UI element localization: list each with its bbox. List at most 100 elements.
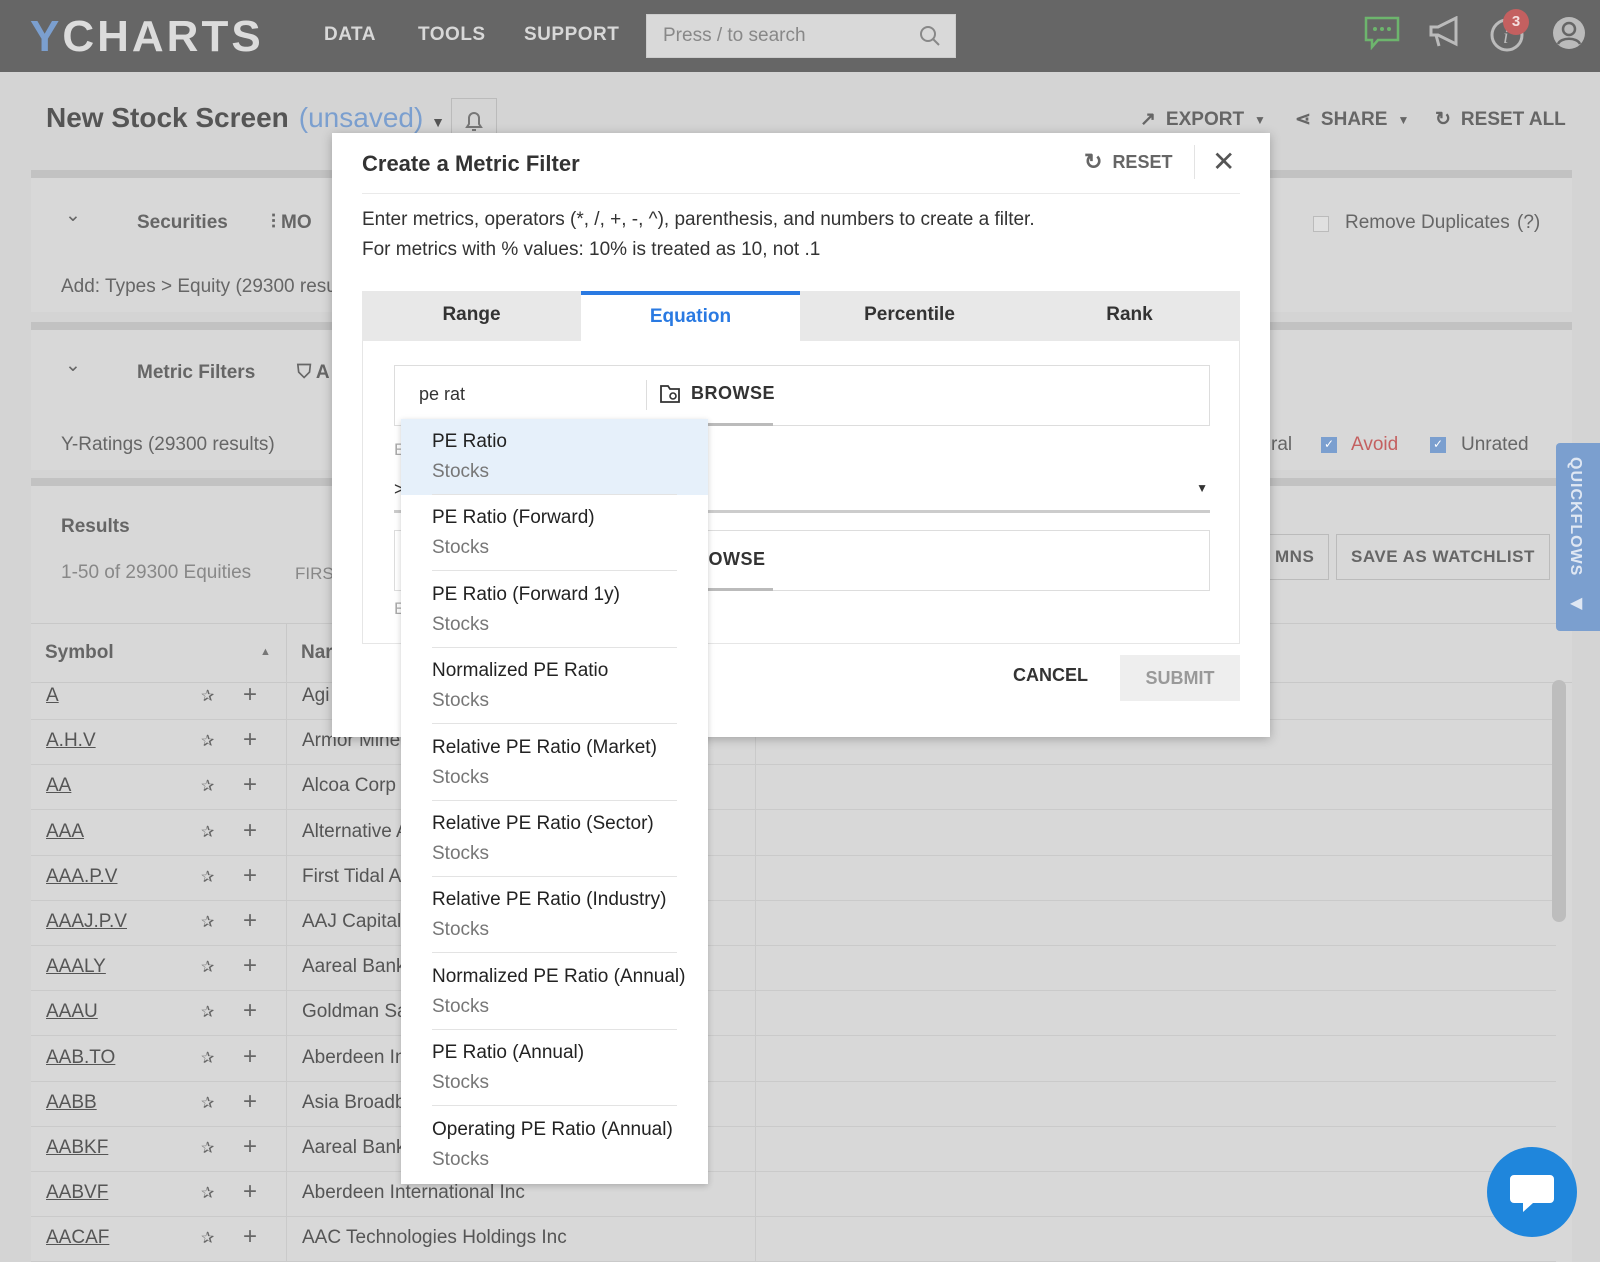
pin-icon[interactable]: ✰: [201, 957, 214, 977]
unrated-checkbox[interactable]: ✓: [1430, 437, 1446, 453]
suggestion-item[interactable]: Operating PE Ratio (Annual) Stocks: [401, 1107, 708, 1183]
symbol-link[interactable]: AAA.P.V: [46, 866, 117, 888]
pin-icon[interactable]: ✰: [201, 1002, 214, 1022]
symbol-link[interactable]: AABVF: [46, 1182, 108, 1204]
pin-icon[interactable]: ✰: [201, 822, 214, 842]
megaphone-icon[interactable]: [1428, 16, 1462, 50]
pin-icon[interactable]: ✰: [201, 912, 214, 932]
add-icon[interactable]: +: [243, 1088, 257, 1116]
add-icon[interactable]: +: [243, 907, 257, 935]
collapse-chevron-icon[interactable]: ⌄: [65, 204, 81, 227]
tab-mo[interactable]: ⫶ MO: [271, 212, 312, 234]
table-row: AA ✰ + Alcoa Corp: [31, 765, 1556, 811]
tab-rank[interactable]: Rank: [1019, 291, 1240, 341]
add-icon[interactable]: +: [243, 726, 257, 754]
sort-asc-icon[interactable]: ▲: [260, 646, 271, 658]
remove-duplicates-checkbox[interactable]: [1313, 216, 1329, 232]
folder-search-icon: [660, 385, 680, 403]
symbol-link[interactable]: AAAU: [46, 1001, 98, 1023]
suggestion-item[interactable]: PE Ratio (Forward 1y) Stocks: [401, 572, 708, 648]
collapse-chevron-icon[interactable]: ⌄: [65, 354, 81, 377]
modal-reset-button[interactable]: ↻ RESET: [1084, 149, 1172, 175]
search-input[interactable]: Press / to search: [646, 14, 956, 58]
save-as-watchlist-button[interactable]: SAVE AS WATCHLIST: [1336, 534, 1550, 580]
share-icon: ⋖: [1295, 109, 1311, 130]
pin-icon[interactable]: ✰: [201, 1228, 214, 1248]
ycharts-logo[interactable]: YCHARTS: [30, 12, 264, 62]
add-icon[interactable]: +: [243, 817, 257, 845]
tab-add-filter[interactable]: ⛉ A: [297, 362, 330, 384]
submit-button[interactable]: SUBMIT: [1120, 655, 1240, 701]
company-name: Alcoa Corp: [302, 775, 396, 797]
symbol-link[interactable]: A.H.V: [46, 730, 96, 752]
symbol-link[interactable]: AACAF: [46, 1227, 109, 1249]
tab-percentile[interactable]: Percentile: [800, 291, 1019, 341]
pin-icon[interactable]: ✰: [201, 731, 214, 751]
symbol-header[interactable]: Symbol: [45, 642, 114, 664]
share-button[interactable]: ⋖ SHARE ▼: [1295, 108, 1409, 131]
user-avatar-icon[interactable]: [1552, 16, 1586, 50]
name-header[interactable]: Nar: [301, 642, 333, 664]
symbol-link[interactable]: AAB.TO: [46, 1047, 115, 1069]
suggestion-category: Stocks: [432, 919, 490, 941]
symbol-link[interactable]: AAA: [46, 821, 84, 843]
chat-support-button[interactable]: [1487, 1147, 1577, 1237]
nav-tools[interactable]: TOOLS: [418, 24, 486, 46]
browse-button[interactable]: BROWSE: [659, 382, 775, 404]
avoid-checkbox[interactable]: ✓: [1321, 437, 1337, 453]
unrated-label: Unrated: [1461, 434, 1529, 455]
tab-equation[interactable]: Equation: [581, 291, 800, 341]
help-link[interactable]: (?): [1517, 212, 1540, 234]
add-icon[interactable]: +: [243, 1178, 257, 1206]
suggestion-title: PE Ratio: [432, 431, 507, 452]
suggestion-category: Stocks: [432, 537, 490, 559]
metric-search-input[interactable]: pe rat: [419, 384, 465, 405]
export-button[interactable]: ↗ EXPORT ▼: [1140, 108, 1266, 131]
tab-range[interactable]: Range: [362, 291, 581, 341]
suggestion-item[interactable]: Relative PE Ratio (Industry) Stocks: [401, 877, 708, 954]
first-page-link[interactable]: FIRS: [295, 564, 334, 584]
chat-feedback-icon[interactable]: [1364, 16, 1400, 50]
pin-icon[interactable]: ✰: [201, 776, 214, 796]
add-icon[interactable]: +: [243, 1133, 257, 1161]
symbol-link[interactable]: AABKF: [46, 1137, 108, 1159]
table-scrollbar[interactable]: [1552, 680, 1566, 922]
symbol-link[interactable]: AA: [46, 775, 71, 797]
pin-icon[interactable]: ✰: [201, 1093, 214, 1113]
suggestion-item[interactable]: Normalized PE Ratio (Annual) Stocks: [401, 954, 708, 1030]
caret-down-icon: ▼: [1196, 481, 1208, 495]
suggestion-item[interactable]: PE Ratio (Annual) Stocks: [401, 1030, 708, 1107]
suggestion-item[interactable]: Relative PE Ratio (Market) Stocks: [401, 725, 708, 801]
symbol-link[interactable]: AABB: [46, 1092, 97, 1114]
suggestion-item[interactable]: PE Ratio (Forward) Stocks: [401, 495, 708, 572]
pin-icon[interactable]: ✰: [201, 1183, 214, 1203]
add-icon[interactable]: +: [243, 681, 257, 709]
pin-icon[interactable]: ✰: [201, 1048, 214, 1068]
columns-button[interactable]: MNS: [1261, 534, 1330, 580]
reset-all-button[interactable]: ↻ RESET ALL: [1435, 108, 1566, 131]
pin-icon[interactable]: ✰: [201, 1138, 214, 1158]
suggestion-item[interactable]: Relative PE Ratio (Sector) Stocks: [401, 801, 708, 877]
suggestion-item[interactable]: PE Ratio Stocks: [401, 419, 708, 495]
suggestion-item[interactable]: Normalized PE Ratio Stocks: [401, 648, 708, 725]
add-icon[interactable]: +: [243, 771, 257, 799]
close-icon[interactable]: ✕: [1212, 145, 1235, 178]
cancel-button[interactable]: CANCEL: [1013, 665, 1088, 686]
symbol-link[interactable]: AAAJ.P.V: [46, 911, 127, 933]
suggestion-title: Relative PE Ratio (Industry): [432, 889, 667, 911]
add-icon[interactable]: +: [243, 862, 257, 890]
add-icon[interactable]: +: [243, 952, 257, 980]
nav-data[interactable]: DATA: [324, 24, 376, 46]
nav-support[interactable]: SUPPORT: [524, 24, 619, 46]
symbol-link[interactable]: A: [46, 685, 59, 707]
pin-icon[interactable]: ✰: [201, 867, 214, 887]
add-icon[interactable]: +: [243, 1223, 257, 1251]
pin-icon[interactable]: ✰: [201, 686, 214, 706]
symbol-link[interactable]: AAALY: [46, 956, 106, 978]
add-icon[interactable]: +: [243, 1043, 257, 1071]
quickflows-tab[interactable]: QUICKFLOWS ◀: [1556, 443, 1600, 631]
title-dropdown-icon[interactable]: ▼: [431, 114, 445, 130]
add-icon[interactable]: +: [243, 997, 257, 1025]
search-icon[interactable]: [919, 25, 941, 47]
modal-title: Create a Metric Filter: [362, 151, 580, 176]
